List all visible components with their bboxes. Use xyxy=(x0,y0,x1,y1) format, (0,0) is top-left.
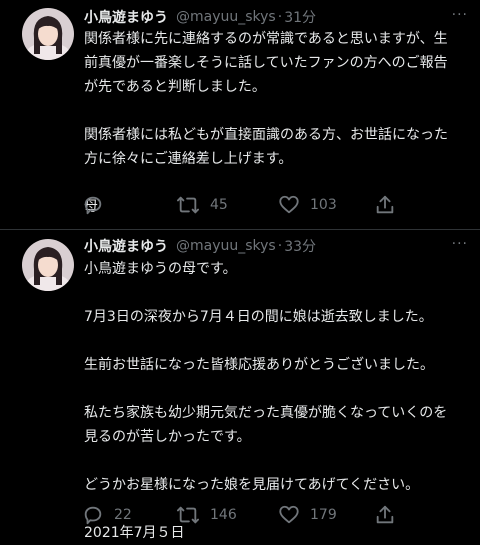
author-handle[interactable]: @mayuu_skys xyxy=(176,238,276,254)
timestamp[interactable]: 31分 xyxy=(284,7,316,27)
text-line: 方に徐々にご連絡差し上げます。 xyxy=(84,151,293,167)
retweet-count: 146 xyxy=(210,507,237,523)
separator: · xyxy=(277,238,283,254)
reply-button[interactable]: 22 xyxy=(82,503,132,527)
heart-icon xyxy=(278,194,300,216)
retweet-button[interactable]: 45 xyxy=(176,193,228,217)
tweet[interactable]: 小鳥遊まゆう @mayuu_skys · 31分 ··· 関係者様に先に連絡する… xyxy=(0,0,480,230)
more-options-icon[interactable]: ··· xyxy=(452,236,468,252)
text-line: 前真優が一番楽しそうに話していたファンの方へのご報告 xyxy=(84,55,448,71)
like-button[interactable]: 179 xyxy=(278,503,337,527)
retweet-button[interactable]: 146 xyxy=(176,503,237,527)
text-line: 関係者様に先に連絡するのが常識であると思いますが、生 xyxy=(84,31,448,47)
text-line: が先であると判断しました。 xyxy=(84,79,266,95)
author-name[interactable]: 小鳥遊まゆう xyxy=(84,236,168,256)
author-handle[interactable]: @mayuu_skys xyxy=(176,9,276,25)
heart-icon xyxy=(278,504,300,526)
text-line: 小鳥遊まゆうの母です。 xyxy=(84,261,237,277)
reply-icon xyxy=(82,194,104,216)
like-count: 179 xyxy=(310,507,337,523)
tweet-text: 関係者様に先に連絡するのが常識であると思いますが、生 前真優が一番楽しそうに話し… xyxy=(84,27,466,219)
text-line: 生前お世話になった皆様応援ありがとうございました。 xyxy=(84,357,434,373)
retweet-icon xyxy=(176,194,200,216)
share-button[interactable] xyxy=(374,193,396,217)
text-line: 7月3日の深夜から7月４日の間に娘は逝去致しました。 xyxy=(84,309,433,325)
share-icon xyxy=(374,504,396,526)
share-icon xyxy=(374,194,396,216)
action-bar: 22 146 179 xyxy=(0,503,480,527)
reply-button[interactable] xyxy=(82,193,114,217)
text-line: 私たち家族も幼少期元気だった真優が脆くなっていくのを xyxy=(84,405,448,421)
timestamp[interactable]: 33分 xyxy=(284,236,316,256)
separator: · xyxy=(277,9,283,25)
like-button[interactable]: 103 xyxy=(278,193,337,217)
retweet-count: 45 xyxy=(210,197,228,213)
like-count: 103 xyxy=(310,197,337,213)
text-line: どうかお星様になった娘を見届けてあげてください。 xyxy=(84,477,420,493)
retweet-icon xyxy=(176,504,200,526)
action-bar: 45 103 xyxy=(0,193,480,217)
more-options-icon[interactable]: ··· xyxy=(452,7,468,23)
avatar[interactable] xyxy=(22,239,74,291)
author-name[interactable]: 小鳥遊まゆう xyxy=(84,7,168,27)
reply-icon xyxy=(82,504,104,526)
reply-count: 22 xyxy=(114,507,132,523)
tweet[interactable]: 小鳥遊まゆう @mayuu_skys · 33分 ··· 小鳥遊まゆうの母です。… xyxy=(0,231,480,542)
tweet-text: 小鳥遊まゆうの母です。 7月3日の深夜から7月４日の間に娘は逝去致しました。 生… xyxy=(84,257,466,545)
share-button[interactable] xyxy=(374,503,396,527)
text-line: 関係者様には私どもが直接面識のある方、お世話になった xyxy=(84,127,448,143)
text-line: 見るのが苦しかったです。 xyxy=(84,429,251,445)
avatar[interactable] xyxy=(22,8,74,60)
